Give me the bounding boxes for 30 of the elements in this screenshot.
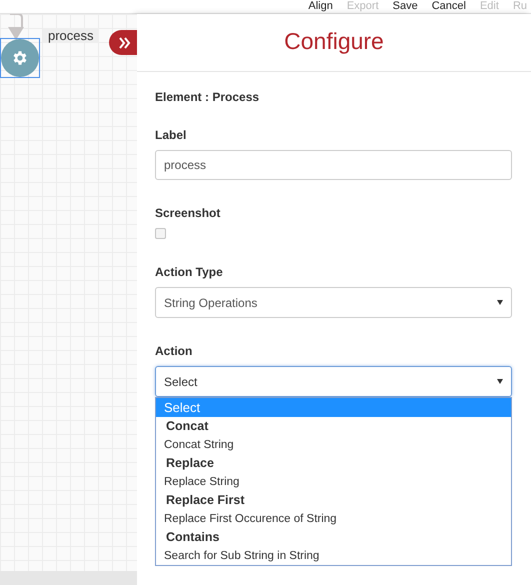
field-label: Action Type [155, 265, 224, 279]
select-value: String Operations [164, 296, 258, 310]
process-node[interactable] [0, 38, 40, 78]
option-group-label: Replace [165, 455, 215, 472]
caret-icon [497, 379, 503, 384]
field-label: Label [155, 128, 188, 142]
dropdown-option[interactable]: Replace String [156, 473, 511, 491]
label-input[interactable]: process [155, 150, 512, 180]
panel-title: Configure [137, 14, 531, 72]
option-group-label: Concat [165, 418, 210, 435]
toolbar-link[interactable]: Align [308, 0, 333, 13]
select-field[interactable]: String Operations [155, 287, 512, 318]
field-label: Screenshot [155, 206, 222, 220]
select-value: Select [164, 374, 198, 388]
connector-arrow [8, 14, 24, 40]
toolbar-link[interactable]: Save [392, 0, 418, 13]
toolbar-link[interactable]: Cancel [432, 0, 466, 13]
element-name: Element : Process [155, 90, 260, 104]
dropdown-option[interactable]: Search for Sub String in String [156, 547, 511, 565]
gear-icon [11, 49, 29, 67]
option-group-label: Replace First [165, 492, 246, 509]
node-label: process [43, 28, 99, 43]
double-chevron-icon [119, 36, 131, 48]
caret-icon [497, 300, 503, 305]
collapse-button[interactable] [109, 30, 137, 55]
checkbox[interactable] [155, 228, 166, 239]
option-group-label: Contains [165, 529, 220, 546]
dropdown-option[interactable]: Replace First Occurence of String [156, 510, 511, 528]
dropdown-option[interactable]: Concat String [156, 436, 511, 454]
field-label: Action [155, 344, 194, 358]
